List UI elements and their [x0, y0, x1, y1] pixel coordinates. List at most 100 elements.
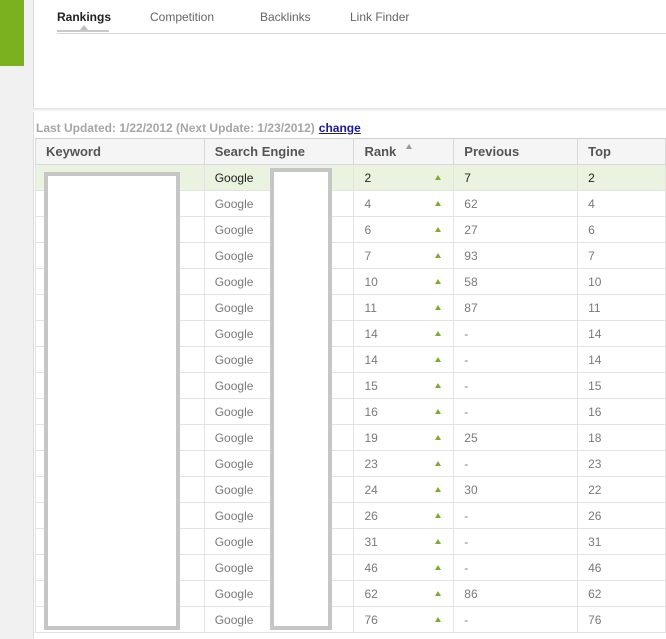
- top-cell: 18: [577, 424, 666, 451]
- rank-value: 11: [364, 300, 377, 315]
- left-rail: [0, 0, 34, 639]
- previous-cell: -: [453, 554, 579, 581]
- top-cell: 14: [577, 346, 666, 373]
- rank-cell: 31: [353, 528, 455, 555]
- rank-value: 26: [364, 508, 378, 523]
- trend-up-icon: [435, 331, 442, 336]
- brand-accent: [0, 0, 24, 66]
- rank-value: 6: [364, 222, 372, 237]
- trend-up-icon: [435, 435, 442, 440]
- previous-cell: 27: [453, 216, 579, 243]
- rank-value: 14: [364, 352, 378, 367]
- trend-up-icon: [435, 617, 442, 622]
- column-header-keyword[interactable]: Keyword: [35, 138, 205, 165]
- previous-cell: -: [453, 528, 579, 555]
- tab-rankings[interactable]: Rankings: [57, 10, 111, 24]
- trend-up-icon: [435, 305, 442, 310]
- sort-asc-icon: [406, 144, 413, 149]
- previous-cell: -: [453, 502, 579, 529]
- previous-cell: -: [453, 450, 579, 477]
- rank-cell: 15: [353, 372, 455, 399]
- trend-up-icon: [435, 383, 442, 388]
- top-cell: 10: [577, 268, 666, 295]
- table-header-row: Keyword Search Engine Rank Previous Top: [35, 138, 666, 165]
- tab-link-finder[interactable]: Link Finder: [350, 10, 409, 24]
- rank-value: 16: [364, 404, 378, 419]
- rank-value: 15: [364, 378, 378, 393]
- rank-cell: 19: [353, 424, 455, 451]
- top-cell: 76: [577, 606, 666, 633]
- rank-value: 4: [364, 196, 372, 211]
- top-cell: 2: [577, 164, 666, 191]
- trend-up-icon: [435, 201, 442, 206]
- header-divider: [33, 108, 666, 112]
- column-header-top[interactable]: Top: [577, 138, 666, 165]
- rank-cell: 76: [353, 606, 455, 633]
- top-cell: 46: [577, 554, 666, 581]
- top-cell: 11: [577, 294, 666, 321]
- previous-cell: 58: [453, 268, 579, 295]
- rank-cell: 46: [353, 554, 455, 581]
- rank-value: 46: [364, 560, 378, 575]
- update-status: Last Updated: 1/22/2012 (Next Update: 1/…: [36, 121, 361, 135]
- rank-cell: 6: [353, 216, 455, 243]
- top-cell: 62: [577, 580, 666, 607]
- column-header-rank-label: Rank: [364, 144, 397, 159]
- previous-cell: 93: [453, 242, 579, 269]
- rank-value: 24: [364, 482, 378, 497]
- trend-up-icon: [435, 279, 442, 284]
- previous-cell: 62: [453, 190, 579, 217]
- redacted-keywords: [44, 172, 180, 630]
- active-tab-indicator: [57, 30, 109, 32]
- rank-value: 2: [364, 170, 372, 185]
- top-cell: 26: [577, 502, 666, 529]
- trend-up-icon: [435, 513, 442, 518]
- change-link[interactable]: change: [319, 121, 361, 135]
- rank-cell: 62: [353, 580, 455, 607]
- column-header-rank[interactable]: Rank: [353, 138, 455, 165]
- top-cell: 23: [577, 450, 666, 477]
- previous-cell: 86: [453, 580, 579, 607]
- trend-up-icon: [435, 461, 442, 466]
- rank-value: 10: [364, 274, 378, 289]
- previous-cell: 7: [453, 164, 579, 191]
- rank-cell: 2: [353, 164, 455, 191]
- rank-cell: 23: [353, 450, 455, 477]
- previous-cell: 87: [453, 294, 579, 321]
- rank-value: 14: [364, 326, 378, 341]
- update-status-text: Last Updated: 1/22/2012 (Next Update: 1/…: [36, 121, 315, 135]
- tab-bar: Rankings Competition Backlinks Link Find…: [57, 0, 666, 34]
- top-cell: 4: [577, 190, 666, 217]
- rank-cell: 7: [353, 242, 455, 269]
- rank-cell: 11: [353, 294, 455, 321]
- previous-cell: -: [453, 606, 579, 633]
- top-cell: 31: [577, 528, 666, 555]
- trend-up-icon: [435, 487, 442, 492]
- rank-value: 7: [364, 248, 372, 263]
- rank-value: 62: [364, 586, 378, 601]
- trend-up-icon: [435, 539, 442, 544]
- rank-cell: 4: [353, 190, 455, 217]
- rank-value: 23: [364, 456, 378, 471]
- previous-cell: -: [453, 372, 579, 399]
- rank-cell: 26: [353, 502, 455, 529]
- trend-up-icon: [435, 253, 442, 258]
- previous-cell: 30: [453, 476, 579, 503]
- rank-cell: 10: [353, 268, 455, 295]
- column-header-previous[interactable]: Previous: [453, 138, 579, 165]
- tab-backlinks[interactable]: Backlinks: [260, 10, 311, 24]
- active-tab-caret: [80, 25, 88, 30]
- rank-cell: 14: [353, 320, 455, 347]
- column-header-search-engine[interactable]: Search Engine: [203, 138, 355, 165]
- top-cell: 15: [577, 372, 666, 399]
- rank-value: 19: [364, 430, 378, 445]
- previous-cell: -: [453, 398, 579, 425]
- top-cell: 6: [577, 216, 666, 243]
- trend-up-icon: [435, 227, 442, 232]
- rank-value: 31: [364, 534, 378, 549]
- previous-cell: 25: [453, 424, 579, 451]
- redacted-engine-details: [270, 168, 332, 630]
- tab-competition[interactable]: Competition: [150, 10, 214, 24]
- top-cell: 16: [577, 398, 666, 425]
- rank-cell: 24: [353, 476, 455, 503]
